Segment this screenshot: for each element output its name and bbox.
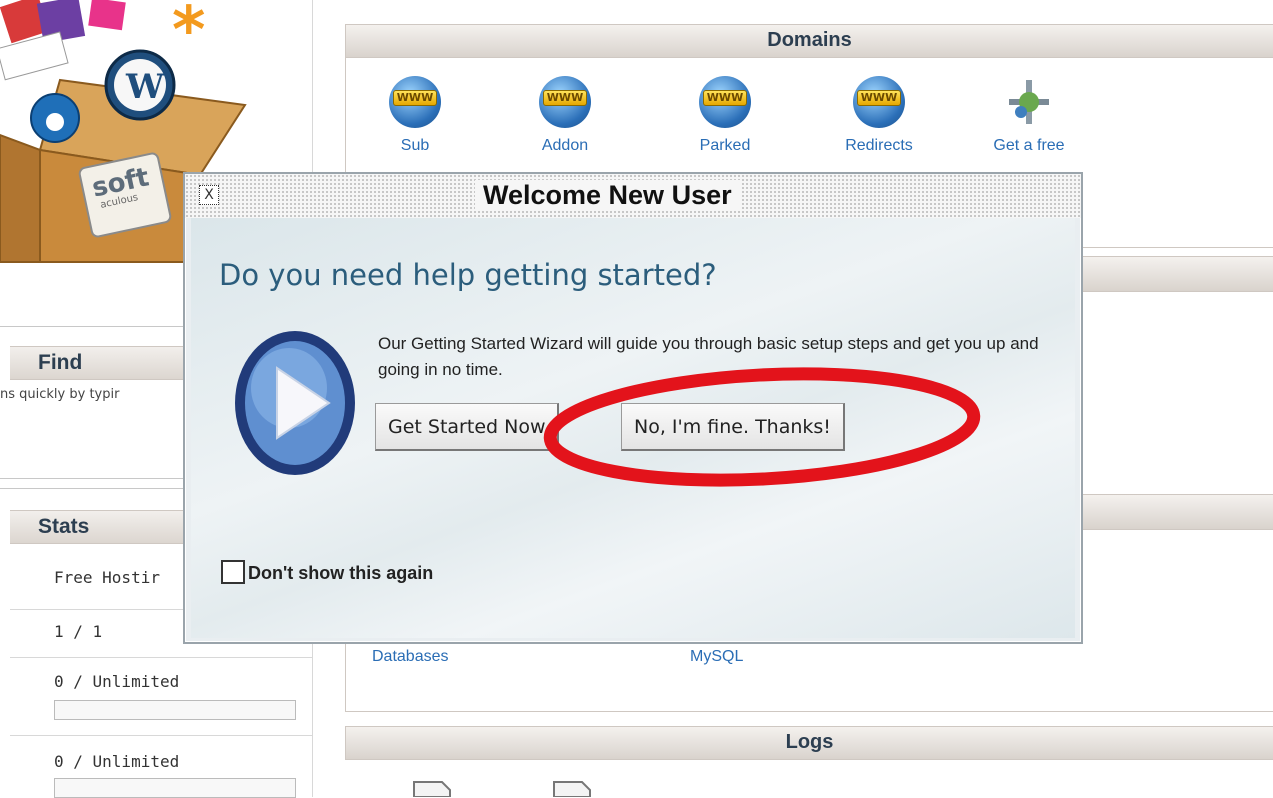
- parked-domains-icon: WWW: [699, 76, 751, 128]
- dialog-content: Do you need help getting started? Our Ge…: [191, 218, 1075, 638]
- usage-bar: [54, 778, 296, 798]
- dismiss-button[interactable]: No, I'm fine. Thanks!: [621, 403, 845, 451]
- stats-value: 1 / 1: [54, 622, 103, 641]
- usage-bar: [54, 700, 296, 720]
- dialog-heading: Do you need help getting started?: [219, 258, 717, 292]
- parked-domains-link[interactable]: WWW Parked: [670, 76, 780, 155]
- redirects-link[interactable]: WWW Redirects: [824, 76, 934, 155]
- subdomains-link[interactable]: WWW Sub: [360, 76, 470, 155]
- close-button[interactable]: X: [199, 185, 219, 205]
- dont-show-again-label[interactable]: Don't show this again: [248, 563, 433, 584]
- dialog-title: Welcome New User: [475, 180, 740, 211]
- www-tag: WWW: [703, 90, 747, 106]
- svg-text:*: *: [172, 0, 205, 68]
- parked-domains-label: Parked: [699, 137, 751, 154]
- addon-domains-link[interactable]: WWW Addon: [510, 76, 620, 155]
- mysql-link[interactable]: MySQL: [690, 648, 743, 666]
- dialog-description: Our Getting Started Wizard will guide yo…: [378, 334, 1039, 379]
- welcome-dialog: X Welcome New User Do you need help gett…: [183, 172, 1083, 644]
- stats-value: 0 / Unlimited: [54, 752, 180, 771]
- stats-value: 0 / Unlimited: [54, 672, 180, 691]
- play-icon: [235, 331, 355, 475]
- www-tag: WWW: [857, 90, 901, 106]
- free-domain-icon: [1009, 80, 1049, 124]
- www-tag: WWW: [543, 90, 587, 106]
- addon-domains-icon: WWW: [539, 76, 591, 128]
- find-hint-text: ns quickly by typir: [0, 387, 120, 402]
- get-started-button[interactable]: Get Started Now: [375, 403, 560, 451]
- stats-value: Free Hostir: [54, 568, 160, 587]
- stats-row-usage: 0 / Unlimited: [10, 658, 313, 736]
- dialog-titlebar[interactable]: X Welcome New User: [185, 174, 1081, 218]
- svg-text:W: W: [125, 67, 165, 107]
- redirects-icon: WWW: [853, 76, 905, 128]
- free-domain-label: Get a free: [993, 137, 1065, 154]
- www-tag: WWW: [393, 90, 437, 106]
- log-document-icon[interactable]: [412, 778, 452, 797]
- domains-panel-header[interactable]: Domains: [345, 24, 1273, 58]
- subdomains-label: Sub: [400, 137, 430, 154]
- subdomains-icon: WWW: [389, 76, 441, 128]
- addon-domains-label: Addon: [541, 137, 589, 154]
- free-domain-link[interactable]: Get a free: [974, 76, 1084, 155]
- dont-show-again-checkbox[interactable]: [221, 560, 245, 584]
- databases-link[interactable]: Databases: [372, 648, 449, 666]
- log-document-icon[interactable]: [552, 778, 592, 797]
- logs-panel-header[interactable]: Logs: [345, 726, 1273, 760]
- redirects-label: Redirects: [845, 137, 913, 154]
